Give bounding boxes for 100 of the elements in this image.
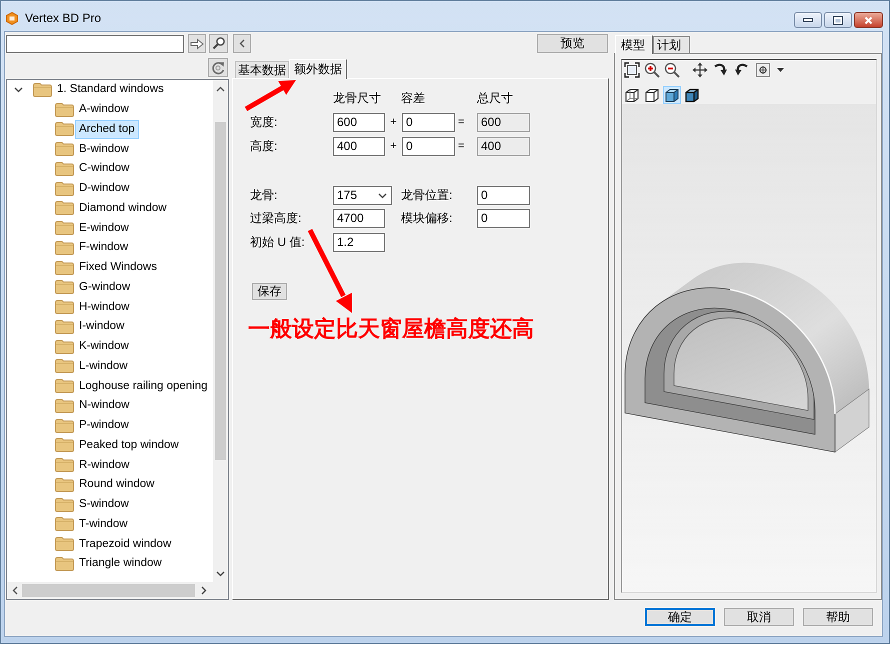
folder-icon	[55, 240, 74, 255]
crosshair-icon[interactable]	[756, 63, 770, 77]
text-field[interactable]: 0	[477, 209, 530, 228]
preview-button[interactable]: 预览	[537, 34, 608, 53]
tree-item[interactable]: H-window	[76, 298, 132, 316]
dark-shaded-box-icon	[684, 87, 700, 103]
hexagon-logo-icon	[6, 12, 18, 25]
field-label: 过梁高度:	[250, 210, 302, 227]
text-field[interactable]: 1.2	[333, 233, 385, 252]
tree-item[interactable]: D-window	[76, 180, 132, 198]
tree-item[interactable]: P-window	[76, 417, 132, 434]
chevron-right-icon[interactable]	[201, 586, 207, 595]
chevron-left-icon[interactable]	[12, 586, 18, 595]
tab[interactable]: 计划	[653, 36, 690, 53]
shaded-box-icon	[664, 87, 680, 103]
search-button[interactable]	[209, 34, 228, 53]
wireframe-box-icon	[624, 87, 640, 103]
rotate-clockwise-icon[interactable]	[713, 62, 729, 78]
dropdown[interactable]: 175	[333, 186, 392, 205]
folder-icon	[55, 102, 74, 117]
tree-item[interactable]: I-window	[76, 318, 128, 336]
tree-item[interactable]: B-window	[76, 140, 132, 158]
field-label: 宽度:	[250, 114, 278, 131]
save-button[interactable]: 保存	[252, 283, 287, 300]
field-label: 初始 U 值:	[250, 234, 305, 251]
tree-item[interactable]: Diamond window	[76, 200, 170, 217]
folder-icon	[55, 300, 74, 314]
view-mode-button[interactable]	[623, 86, 641, 104]
folder-icon	[55, 340, 74, 354]
field-label: 龙骨位置:	[401, 187, 452, 204]
folder-icon	[55, 398, 74, 413]
column-header: 总尺寸	[477, 91, 513, 106]
zoom-in-icon[interactable]	[644, 62, 660, 78]
tree-item[interactable]: E-window	[76, 220, 132, 237]
scrollbar-thumb[interactable]	[22, 584, 195, 597]
close-button[interactable]	[854, 12, 883, 28]
tree-item[interactable]: Trapezoid window	[76, 536, 174, 553]
folder-icon	[55, 280, 74, 294]
chevron-down-icon[interactable]	[216, 570, 225, 576]
refresh-button[interactable]	[208, 58, 228, 77]
tree-item[interactable]: T-window	[76, 516, 131, 533]
folder-icon	[55, 320, 74, 334]
view-mode-button[interactable]	[643, 86, 661, 104]
chevron-up-icon[interactable]	[216, 86, 225, 92]
tree-item[interactable]: Loghouse railing opening	[76, 378, 211, 395]
caret-down-icon[interactable]	[777, 68, 784, 72]
folder-icon	[55, 438, 74, 452]
vertical-scrollbar[interactable]	[213, 80, 228, 582]
zoom-out-icon[interactable]	[664, 62, 680, 78]
minimize-button[interactable]	[794, 12, 822, 28]
field-label: 高度:	[250, 138, 278, 155]
folder-icon	[55, 517, 74, 532]
tab[interactable]: 模型	[615, 35, 653, 54]
tree-item[interactable]: Round window	[76, 476, 158, 494]
outline-box-icon	[644, 87, 660, 103]
text-field[interactable]: 600	[333, 113, 385, 132]
tree-item[interactable]: G-window	[76, 278, 134, 296]
folder-icon	[55, 122, 74, 136]
tree-item[interactable]: 1. Standard windows	[54, 81, 167, 98]
tab[interactable]: 基本数据	[235, 61, 289, 78]
text-field[interactable]: 0	[402, 137, 455, 156]
text-field[interactable]: 0	[477, 186, 530, 205]
tree-item[interactable]: N-window	[76, 397, 132, 414]
plus-sign: +	[390, 116, 397, 129]
column-header: 容差	[401, 91, 425, 106]
text-field[interactable]: 0	[402, 113, 455, 132]
view-mode-button[interactable]	[663, 86, 681, 104]
rotate-counterclockwise-icon[interactable]	[733, 62, 749, 78]
maximize-button[interactable]	[824, 12, 852, 28]
folder-icon	[55, 221, 74, 236]
tree-item[interactable]: C-window	[76, 160, 132, 178]
tree-item[interactable]: L-window	[76, 358, 131, 375]
folder-icon	[55, 418, 74, 433]
tree-item[interactable]: F-window	[76, 239, 132, 256]
tree-item[interactable]: A-window	[76, 101, 132, 118]
text-field[interactable]: 400	[333, 137, 385, 156]
folder-icon	[55, 556, 74, 571]
window-title: Vertex BD Pro	[25, 10, 102, 26]
tree-item[interactable]: K-window	[76, 338, 132, 356]
tree-item[interactable]: Triangle window	[76, 555, 165, 572]
tab[interactable]: 额外数据	[289, 59, 347, 79]
move-arrows-icon[interactable]	[692, 62, 708, 78]
tree-item[interactable]: S-window	[76, 496, 132, 514]
horizontal-scrollbar[interactable]	[7, 582, 213, 599]
view-mode-button[interactable]	[683, 86, 701, 104]
tree-item[interactable]: Arched top	[76, 120, 138, 138]
scrollbar-thumb[interactable]	[215, 122, 226, 460]
collapse-button[interactable]	[233, 34, 251, 53]
zoom-extents-icon[interactable]	[624, 62, 640, 78]
dialog-button[interactable]: 帮助	[803, 608, 873, 626]
tree-item[interactable]: Peaked top window	[76, 436, 182, 454]
dialog-button[interactable]: 确定	[645, 608, 715, 626]
refresh-icon	[211, 60, 225, 74]
text-field[interactable]: 4700	[333, 209, 385, 228]
chevron-down-icon[interactable]	[14, 86, 23, 93]
dialog-button[interactable]: 取消	[724, 608, 794, 626]
search-field[interactable]	[6, 34, 184, 52]
go-button[interactable]	[188, 34, 206, 53]
tree-item[interactable]: Fixed Windows	[76, 259, 160, 276]
tree-item[interactable]: R-window	[76, 456, 132, 474]
